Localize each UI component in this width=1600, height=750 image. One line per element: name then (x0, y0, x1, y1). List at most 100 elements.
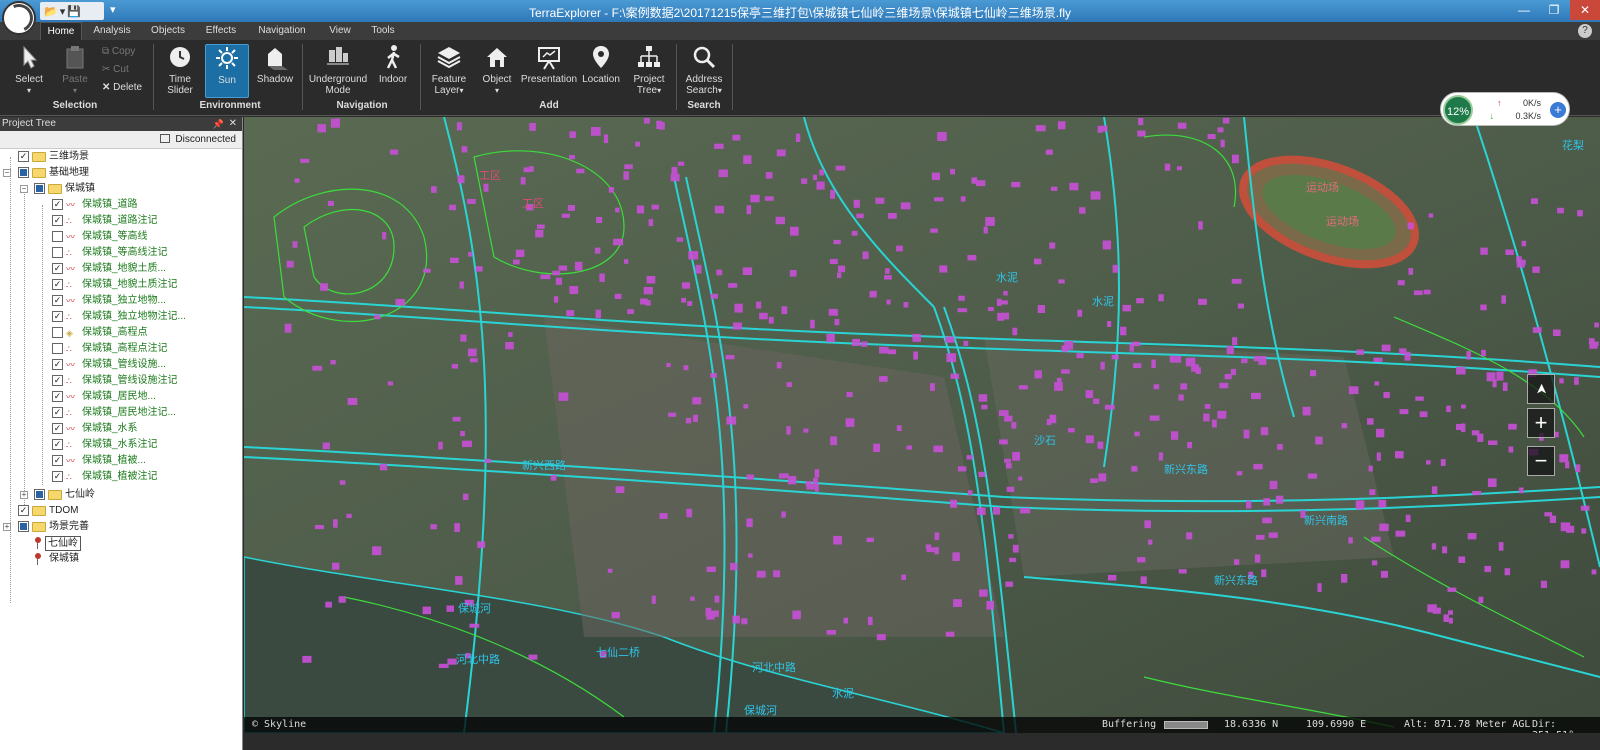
restore-button[interactable]: ❐ (1540, 0, 1568, 20)
checkbox[interactable] (18, 521, 29, 532)
time-slider-button[interactable]: Time Slider (160, 44, 200, 96)
address-search-button[interactable]: Address Search▾ (682, 44, 726, 96)
expand-icon[interactable]: + (3, 523, 11, 531)
checkbox[interactable]: ✓ (52, 471, 63, 482)
north-arrow-button[interactable]: ➤ (1527, 374, 1555, 404)
building-marker (912, 333, 921, 342)
building-marker (468, 252, 473, 257)
building-marker (594, 247, 601, 254)
checkbox[interactable]: ✓ (52, 279, 63, 290)
building-marker (685, 417, 692, 424)
building-marker (1236, 471, 1243, 476)
delete-button[interactable]: ✕ Delete (102, 82, 142, 93)
building-marker (648, 219, 654, 227)
close-button[interactable]: ✕ (1570, 0, 1600, 20)
building-marker (645, 300, 651, 306)
presentation-button[interactable]: Presentation (520, 44, 578, 85)
project-tree-button[interactable]: Project Tree▾ (628, 44, 670, 96)
zoom-in-button[interactable]: + (1527, 408, 1555, 438)
checkbox[interactable]: ✓ (52, 439, 63, 450)
checkbox[interactable]: ✓ (52, 215, 63, 226)
checkbox[interactable]: ✓ (52, 311, 63, 322)
sun-button[interactable]: Sun (205, 44, 249, 98)
checkbox[interactable] (52, 247, 63, 258)
location-button[interactable]: Location (580, 44, 622, 85)
building-marker (781, 306, 788, 315)
building-marker (1443, 614, 1449, 622)
buffering-label: Buffering (1102, 719, 1157, 730)
building-marker (960, 196, 966, 202)
checkbox[interactable]: ✓ (52, 199, 63, 210)
checkbox[interactable] (34, 489, 45, 500)
tab-objects[interactable]: Objects (145, 22, 191, 40)
map-canvas[interactable] (244, 117, 1600, 733)
building-marker (395, 299, 405, 306)
building-marker (611, 612, 620, 619)
checkbox[interactable]: ✓ (52, 359, 63, 370)
underground-mode-button[interactable]: Underground Mode (308, 44, 368, 96)
building-marker (933, 445, 943, 453)
polyline-layer-icon: 〰 (66, 456, 76, 466)
building-marker (986, 601, 994, 610)
collapse-icon[interactable]: − (3, 169, 11, 177)
close-panel-icon[interactable]: ✕ (229, 117, 237, 131)
checkbox[interactable] (52, 231, 63, 242)
tree-item-label: 保城镇_独立地物... (82, 295, 166, 306)
checkbox[interactable]: ✓ (52, 407, 63, 418)
checkbox[interactable]: ✓ (52, 455, 63, 466)
help-icon[interactable]: ? (1578, 24, 1592, 38)
building-marker (1560, 560, 1570, 569)
building-marker (1258, 356, 1267, 365)
building-marker (819, 169, 824, 176)
minimize-button[interactable]: — (1510, 0, 1538, 20)
app-logo-icon[interactable] (2, 1, 36, 35)
expand-icon[interactable]: + (20, 491, 28, 499)
checkbox[interactable]: ✓ (18, 151, 29, 162)
tab-analysis[interactable]: Analysis (88, 22, 136, 40)
paste-button[interactable]: Paste ▾ (55, 44, 95, 96)
building-marker (294, 178, 300, 183)
building-marker (814, 483, 819, 492)
add-icon[interactable]: + (1550, 102, 1566, 118)
presentation-board-icon (538, 47, 560, 70)
map-view[interactable]: 工区 工区 运动场 运动场 水泥 水泥 新兴西路 新兴东路 新兴东路 保城河 七… (244, 117, 1600, 733)
checkbox[interactable]: ✓ (52, 423, 63, 434)
tab-effects[interactable]: Effects (199, 22, 243, 40)
feature-layer-button[interactable]: Feature Layer▾ (428, 44, 470, 96)
building-marker (1254, 554, 1261, 563)
copy-button[interactable]: ⧉ Copy (102, 46, 135, 57)
object-button[interactable]: Object ▾ (478, 44, 516, 96)
building-marker (449, 204, 456, 211)
checkbox[interactable]: ✓ (18, 505, 29, 516)
building-marker (567, 205, 575, 211)
select-button[interactable]: Select ▾ (8, 44, 50, 96)
checkbox[interactable] (52, 327, 63, 338)
checkbox[interactable] (34, 183, 45, 194)
building-marker (374, 314, 381, 320)
pin-icon[interactable]: 📌 (213, 117, 224, 131)
checkbox[interactable]: ✓ (52, 375, 63, 386)
zoom-out-button[interactable]: − (1527, 446, 1555, 476)
building-marker (695, 264, 702, 274)
shadow-button[interactable]: Shadow (255, 44, 295, 85)
building-marker (636, 205, 645, 214)
building-marker (979, 589, 988, 597)
checkbox[interactable]: ✓ (52, 295, 63, 306)
tab-navigation[interactable]: Navigation (252, 22, 312, 40)
building-marker (1501, 295, 1506, 304)
tab-home[interactable]: Home (40, 22, 82, 40)
checkbox[interactable] (52, 343, 63, 354)
indoor-button[interactable]: Indoor (374, 44, 412, 85)
building-marker (1122, 304, 1132, 312)
building-marker (930, 383, 935, 391)
tab-tools[interactable]: Tools (365, 22, 401, 40)
building-marker (1276, 495, 1284, 504)
collapse-icon[interactable]: − (20, 185, 28, 193)
tab-view[interactable]: View (322, 22, 358, 40)
checkbox[interactable]: ✓ (52, 263, 63, 274)
checkbox[interactable]: ✓ (52, 391, 63, 402)
building-marker (484, 458, 491, 463)
building-marker (1243, 429, 1250, 439)
cut-button[interactable]: ✂ Cut (102, 64, 129, 75)
checkbox[interactable] (18, 167, 29, 178)
